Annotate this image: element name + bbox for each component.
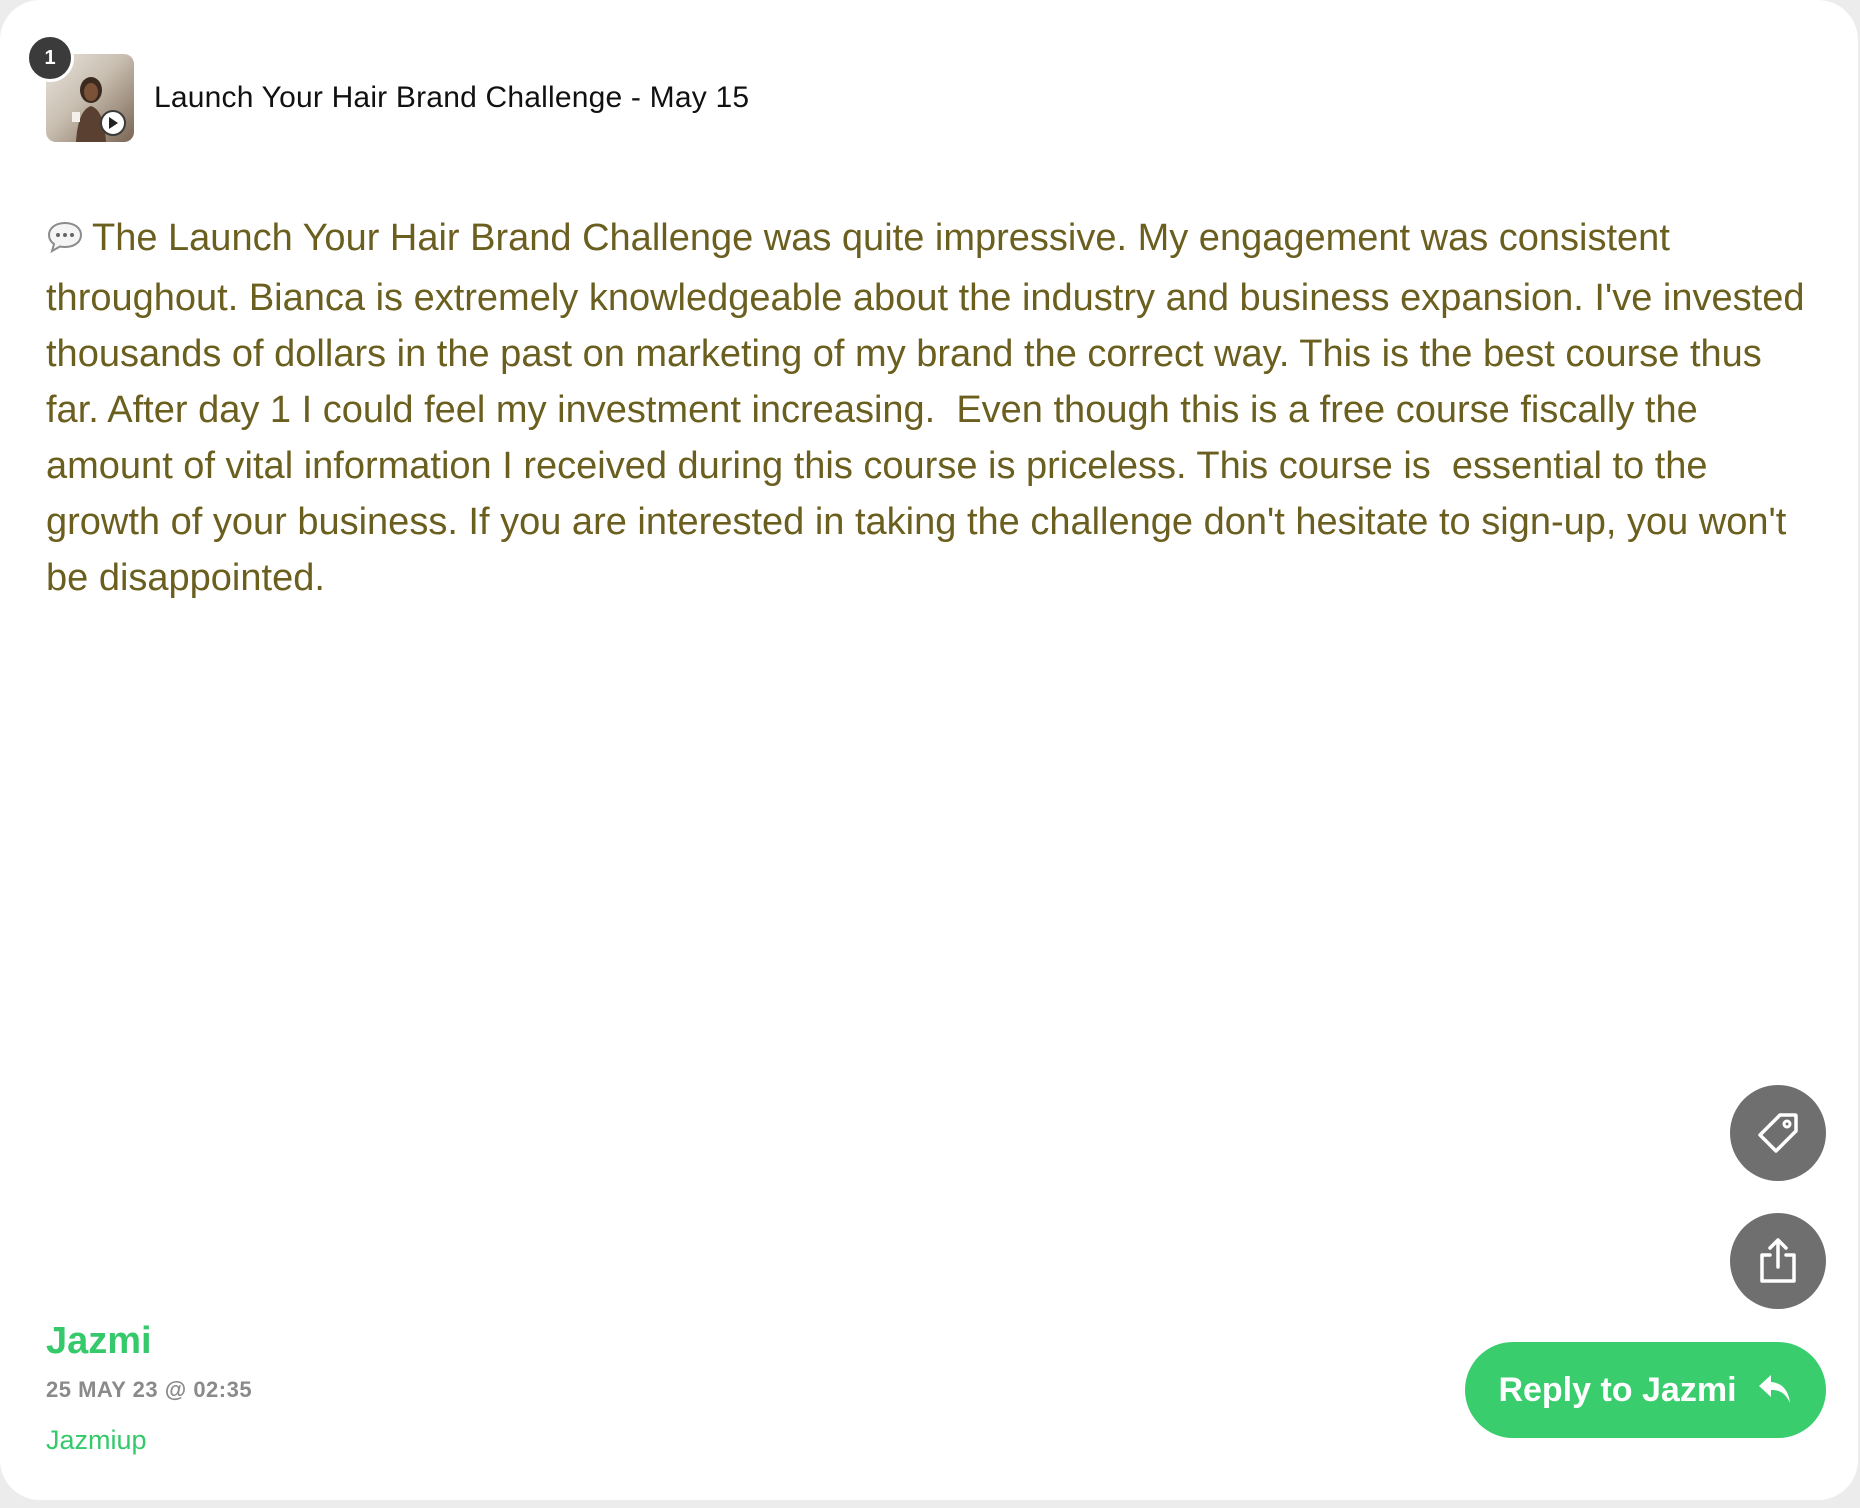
tag-button[interactable]: [1730, 1085, 1826, 1181]
review-text: The Launch Your Hair Brand Challenge was…: [46, 217, 1816, 599]
reply-arrow-icon: [1757, 1373, 1793, 1407]
play-icon[interactable]: [100, 110, 126, 136]
tag-icon: [1758, 1113, 1798, 1153]
author-name[interactable]: Jazmi: [46, 1320, 252, 1363]
share-icon: [1760, 1238, 1796, 1283]
share-button[interactable]: [1730, 1213, 1826, 1309]
count-badge: 1: [26, 34, 74, 82]
author-info: Jazmi 25 MAY 23 @ 02:35 Jazmiup: [46, 1320, 252, 1456]
reply-button[interactable]: Reply to Jazmi: [1465, 1342, 1826, 1438]
author-handle[interactable]: Jazmiup: [46, 1425, 252, 1456]
post-date: 25 MAY 23 @ 02:35: [46, 1377, 253, 1402]
review-card: Launch Your Hair Brand Challenge - May 1…: [0, 0, 1858, 1500]
challenge-header: Launch Your Hair Brand Challenge - May 1…: [46, 54, 749, 142]
review-text-container: The Launch Your Hair Brand Challenge was…: [46, 210, 1806, 606]
reply-button-label: Reply to Jazmi: [1498, 1370, 1737, 1409]
challenge-title: Launch Your Hair Brand Challenge - May 1…: [154, 81, 750, 114]
speech-bubble-icon: [46, 214, 84, 270]
